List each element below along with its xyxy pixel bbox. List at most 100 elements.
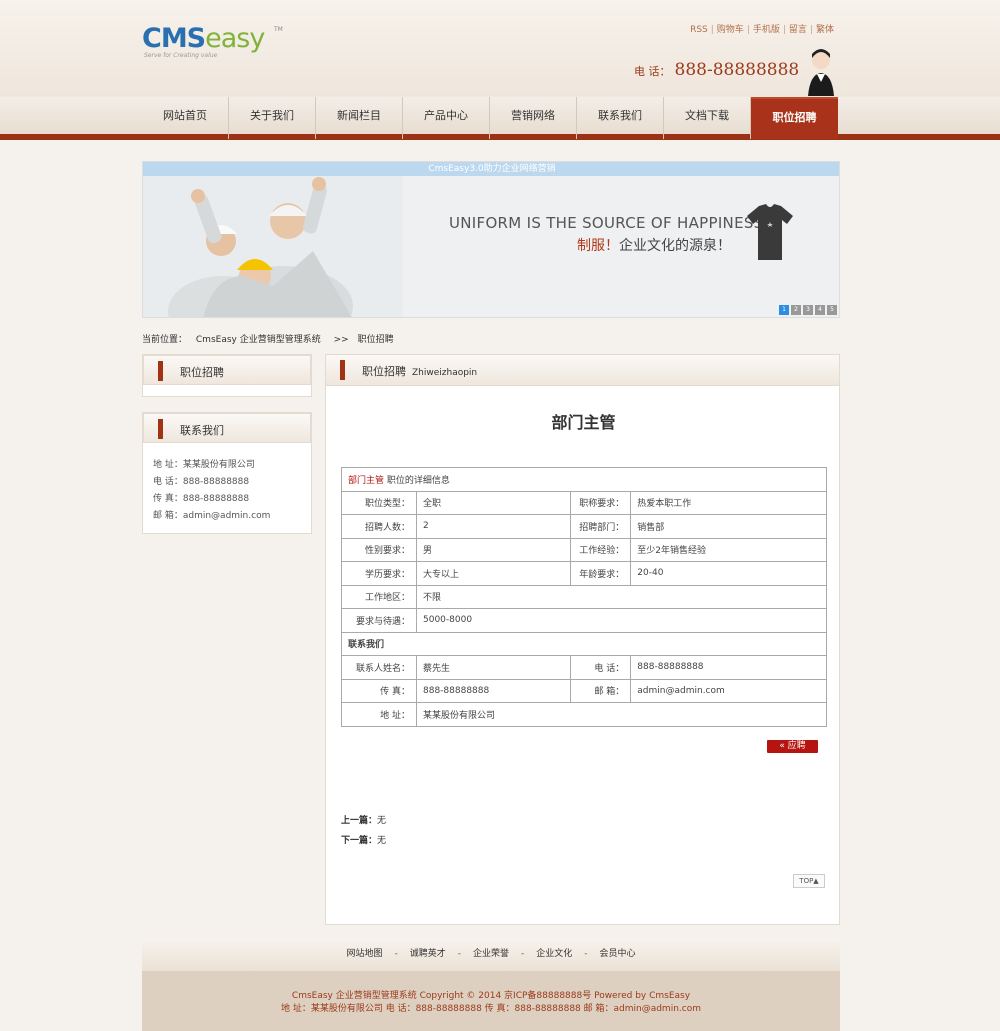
field-label: 联系人姓名： — [341, 655, 417, 680]
nav-item-news[interactable]: 新闻栏目 — [316, 97, 403, 139]
table-row: 传 真： 888-88888888 邮 箱： admin@admin.com — [341, 678, 827, 703]
table-row: 联系我们 — [341, 631, 827, 656]
field-value: 888-88888888 — [415, 678, 572, 703]
sidebar-contact-title[interactable]: 联系我们 — [180, 422, 224, 438]
field-value: 蔡先生 — [415, 655, 572, 680]
sidebar-contact-header: 联系我们 — [143, 413, 311, 443]
field-label: 职位类型： — [341, 490, 417, 515]
site-footer: CmsEasy 企业营销型管理系统 Copyright © 2014 京ICP备… — [142, 971, 840, 1031]
breadcrumb-separator: >> — [333, 335, 349, 345]
footer-link-careers[interactable]: 诚聘英才 — [410, 949, 446, 959]
section-pinyin: Zhiweizhaopin — [412, 368, 478, 378]
back-to-top-button[interactable]: TOP▲ — [793, 874, 825, 888]
section-marker — [340, 360, 345, 380]
top-links: RSS | 购物车 | 手机版 | 留言 | 繁体 — [690, 25, 834, 35]
apply-button[interactable]: « 应聘 — [767, 740, 818, 753]
sidebar-jobs-header: 职位招聘 — [143, 355, 311, 385]
field-value: 大专以上 — [415, 561, 572, 586]
mobile-link[interactable]: 手机版 — [753, 25, 780, 35]
field-label: 邮 箱： — [570, 678, 632, 703]
footer-link-members[interactable]: 会员中心 — [600, 949, 636, 959]
banner-headline-cn-rest: 企业文化的源泉！ — [619, 238, 731, 254]
field-value: 2 — [415, 514, 572, 539]
table-row: 职位类型： 全职 职称要求： 热爱本职工作 — [341, 490, 827, 515]
tshirt-icon — [747, 204, 793, 260]
logo-slogan: Serve for Creating value — [144, 52, 218, 59]
table-row: 性别要求： 男 工作经验： 至少2年销售经验 — [341, 537, 827, 562]
sidebar-contact-info: 地 址：某某股份有限公司 电 话：888-88888888 传 真：888-88… — [143, 443, 311, 525]
field-value: 5000-8000 — [416, 608, 827, 633]
contact-fax: 传 真：888-88888888 — [153, 494, 250, 504]
logo-trademark: TM — [274, 26, 283, 33]
banner-caption: CmsEasy3.0助力企业网络营销 — [143, 162, 839, 176]
sidebar-jobs-title[interactable]: 职位招聘 — [180, 364, 224, 380]
sidebar-jobs-box: 职位招聘 — [142, 354, 312, 397]
next-article[interactable]: 下一篇：无 — [341, 831, 386, 851]
phone-number: 888-88888888 — [674, 60, 800, 80]
field-value: 至少2年销售经验 — [630, 537, 827, 562]
table-row: 要求与待遇： 5000-8000 — [341, 608, 827, 633]
section-marker — [158, 361, 163, 381]
banner-dot[interactable]: 3 — [803, 305, 813, 315]
field-label: 工作经验： — [570, 537, 632, 562]
field-value: 20-40 — [630, 561, 827, 586]
banner-dot[interactable]: 4 — [815, 305, 825, 315]
logo-sub-text: easy — [205, 23, 265, 54]
nav-item-products[interactable]: 产品中心 — [403, 97, 490, 139]
nav-item-jobs[interactable]: 职位招聘 — [751, 97, 838, 139]
nav-item-contact[interactable]: 联系我们 — [577, 97, 664, 139]
guestbook-link[interactable]: 留言 — [789, 25, 807, 35]
main-navigation: 网站首页 关于我们 新闻栏目 产品中心 营销网络 联系我们 文档下载 职位招聘 — [0, 97, 1000, 140]
nav-item-downloads[interactable]: 文档下载 — [664, 97, 751, 139]
prev-article[interactable]: 上一篇：无 — [341, 811, 386, 831]
breadcrumb-home-link[interactable]: CmsEasy 企业营销型管理系统 — [196, 335, 321, 345]
field-value: 销售部 — [630, 514, 827, 539]
banner-dot[interactable]: 2 — [791, 305, 801, 315]
field-label: 传 真： — [341, 678, 417, 703]
rss-link[interactable]: RSS — [690, 25, 708, 35]
field-label: 工作地区： — [341, 584, 417, 609]
field-value: 全职 — [415, 490, 572, 515]
nav-item-marketing[interactable]: 营销网络 — [490, 97, 577, 139]
field-value: 男 — [415, 537, 572, 562]
table-row: 地 址： 某某股份有限公司 — [341, 702, 827, 727]
footer-contact: 地 址：某某股份有限公司 电 话：888-88888888 传 真：888-88… — [281, 1004, 701, 1014]
banner-pagination: 1 2 3 4 5 — [779, 305, 837, 315]
footer-link-sitemap[interactable]: 网站地图 — [346, 949, 382, 959]
sidebar-contact-box: 联系我们 地 址：某某股份有限公司 电 话：888-88888888 传 真：8… — [142, 412, 312, 534]
banner-dot[interactable]: 1 — [779, 305, 789, 315]
logo-main-text: CMS — [142, 23, 206, 54]
contact-address: 地 址：某某股份有限公司 — [153, 460, 255, 470]
contact-email: 邮 箱：admin@admin.com — [153, 511, 271, 521]
footer-link-honors[interactable]: 企业荣誉 — [473, 949, 509, 959]
banner-headline-cn-red: 制服！ — [577, 238, 619, 254]
field-label: 年龄要求： — [570, 561, 632, 586]
hero-banner[interactable]: CmsEasy3.0助力企业网络营销 UNIFORM IS THE SOURCE… — [142, 161, 840, 318]
site-logo[interactable]: CMSeasy TM Serve for Creating value — [142, 23, 283, 60]
nav-item-about[interactable]: 关于我们 — [229, 97, 316, 139]
footer-navigation: 网站地图 - 诚聘英才 - 企业荣誉 - 企业文化 - 会员中心 — [142, 939, 840, 971]
cart-link[interactable]: 购物车 — [717, 25, 744, 35]
field-label: 招聘部门： — [570, 514, 632, 539]
field-value: admin@admin.com — [630, 678, 827, 703]
breadcrumb-current[interactable]: 职位招聘 — [358, 335, 394, 345]
contact-section-header: 联系我们 — [341, 631, 827, 656]
field-label: 招聘人数： — [341, 514, 417, 539]
phone-display: 电 话： 888-88888888 — [634, 60, 799, 80]
footer-copyright: CmsEasy 企业营销型管理系统 Copyright © 2014 京ICP备… — [291, 991, 691, 1001]
field-value: 888-88888888 — [630, 655, 827, 680]
nav-item-home[interactable]: 网站首页 — [142, 97, 229, 139]
banner-dot[interactable]: 5 — [827, 305, 837, 315]
field-label: 地 址： — [341, 702, 417, 727]
contact-phone: 电 话：888-88888888 — [153, 477, 250, 487]
main-section-header: 职位招聘 Zhiweizhaopin — [326, 355, 839, 386]
banner-workers-image — [143, 176, 403, 317]
field-value: 不限 — [416, 584, 827, 609]
banner-headline-en: UNIFORM IS THE SOURCE OF HAPPINESS — [449, 214, 764, 232]
field-label: 性别要求： — [341, 537, 417, 562]
phone-label: 电 话： — [634, 65, 671, 78]
table-row: 招聘人数： 2 招聘部门： 销售部 — [341, 514, 827, 539]
traditional-chinese-link[interactable]: 繁体 — [816, 25, 834, 35]
customer-service-avatar — [808, 49, 834, 96]
footer-link-culture[interactable]: 企业文化 — [536, 949, 572, 959]
